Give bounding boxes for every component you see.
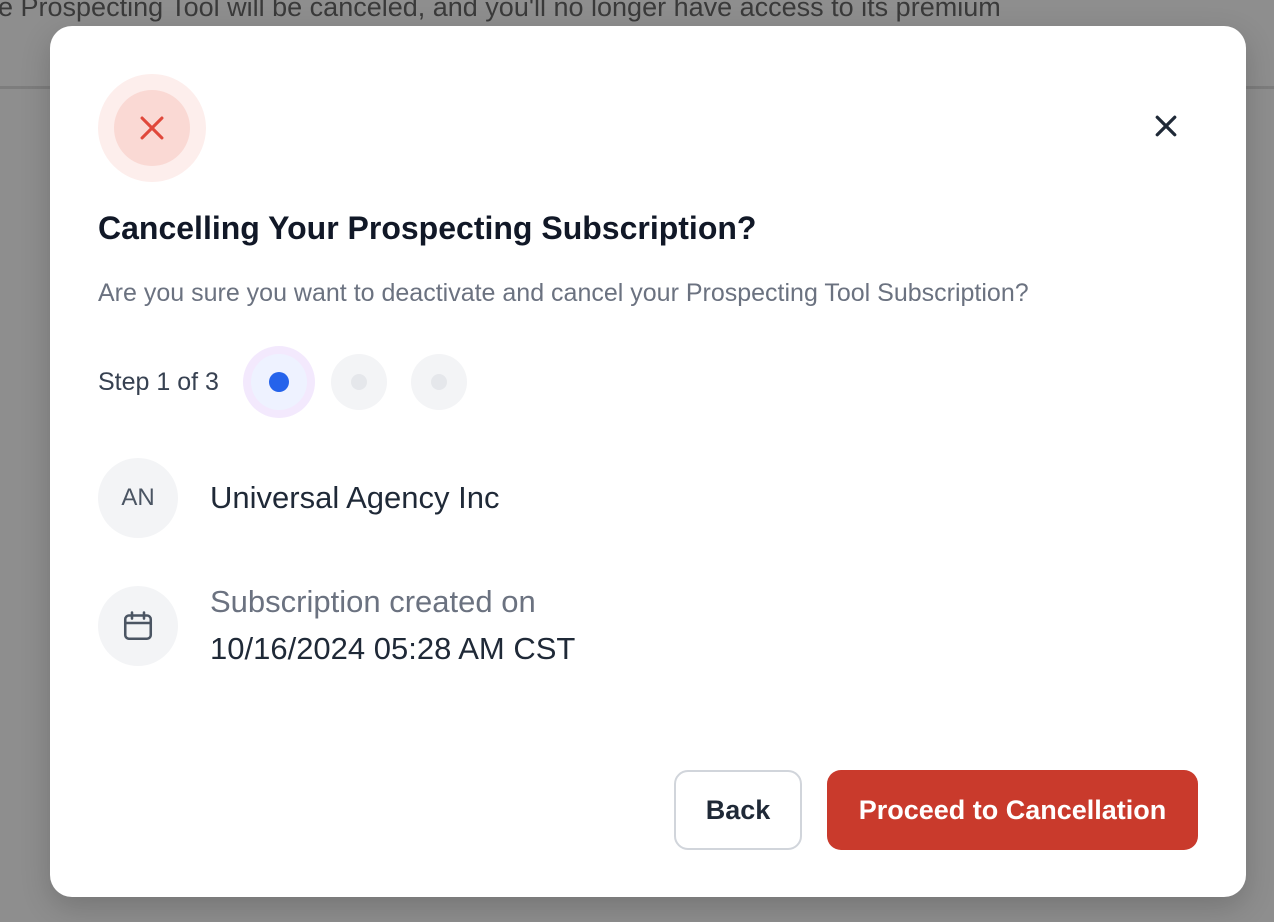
subscription-date-value: 10/16/2024 05:28 AM CST — [210, 631, 576, 666]
calendar-icon-circle — [98, 586, 178, 666]
step-dot-2-indicator — [350, 374, 367, 390]
step-dot-3 — [410, 354, 467, 410]
subscription-date-block: Subscription created on 10/16/2024 05:28… — [210, 579, 575, 673]
agency-name: Universal Agency Inc — [210, 480, 500, 515]
background-banner-text: e Prospecting Tool will be canceled, and… — [0, 0, 1001, 22]
step-dot-1 — [242, 346, 315, 418]
hero-icon-circle — [114, 90, 190, 166]
hero-icon-halo — [98, 74, 206, 182]
calendar-icon — [123, 611, 153, 641]
x-icon — [140, 116, 164, 140]
avatar: AN — [98, 458, 178, 538]
step-dot-2 — [330, 354, 387, 410]
step-dot-1-ring — [250, 354, 307, 410]
subscription-date-label: Subscription created on — [210, 584, 536, 619]
cancel-subscription-modal: Cancelling Your Prospecting Subscription… — [50, 26, 1246, 897]
modal-title: Cancelling Your Prospecting Subscription… — [98, 210, 757, 246]
back-button[interactable]: Back — [674, 770, 802, 850]
step-dot-1-indicator — [268, 372, 289, 392]
modal-subtitle: Are you sure you want to deactivate and … — [98, 279, 1029, 307]
step-label: Step 1 of 3 — [98, 367, 219, 396]
agency-row: AN Universal Agency Inc — [98, 458, 499, 538]
step-dot-3-indicator — [430, 374, 447, 390]
close-icon — [1155, 115, 1177, 137]
close-button[interactable] — [1146, 106, 1186, 146]
proceed-to-cancellation-button[interactable]: Proceed to Cancellation — [827, 770, 1198, 850]
subscription-date-row: Subscription created on 10/16/2024 05:28… — [98, 579, 575, 673]
stepper: Step 1 of 3 — [98, 344, 491, 420]
